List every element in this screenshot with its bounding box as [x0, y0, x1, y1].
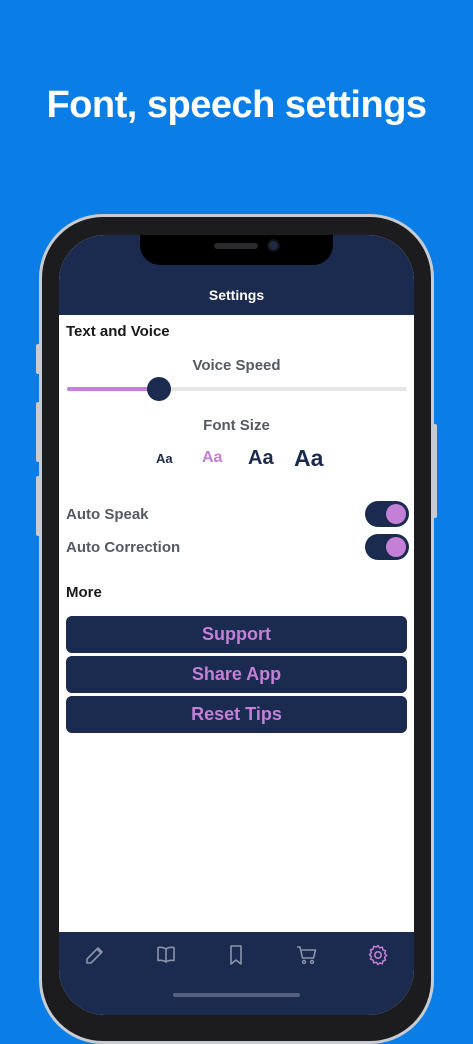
toggle-knob	[386, 504, 406, 524]
phone-volume-down	[36, 476, 40, 536]
speaker-grille	[214, 243, 258, 249]
phone-silent-switch	[36, 344, 40, 374]
voice-speed-slider-thumb[interactable]	[146, 377, 171, 401]
support-button[interactable]: Support	[66, 616, 407, 653]
auto-correction-toggle[interactable]	[365, 534, 409, 560]
book-icon[interactable]	[154, 943, 178, 967]
phone-screen: Settings Text and Voice Voice Speed Font…	[59, 235, 414, 1015]
section-title-text-and-voice: Text and Voice	[66, 323, 170, 340]
voice-speed-slider[interactable]	[67, 387, 407, 391]
headline: Font, speech settings	[46, 84, 427, 126]
font-size-option-small[interactable]: Aa	[156, 451, 173, 466]
voice-speed-label: Voice Speed	[192, 357, 281, 374]
font-size-option-xlarge[interactable]: Aa	[294, 445, 323, 472]
section-title-more: More	[66, 584, 102, 601]
auto-correction-label: Auto Correction	[66, 539, 181, 556]
bookmark-icon[interactable]	[224, 943, 248, 967]
tab-bar	[59, 932, 414, 1015]
notch	[140, 235, 333, 265]
phone-volume-up	[36, 402, 40, 462]
edit-icon[interactable]	[83, 943, 107, 967]
home-indicator	[173, 993, 300, 997]
front-camera	[267, 239, 280, 252]
reset-tips-button[interactable]: Reset Tips	[66, 696, 407, 733]
share-app-button[interactable]: Share App	[66, 656, 407, 693]
auto-speak-label: Auto Speak	[66, 506, 149, 523]
font-size-label: Font Size	[203, 417, 270, 434]
font-size-option-medium[interactable]: Aa	[202, 449, 222, 467]
toggle-knob	[386, 537, 406, 557]
cart-icon[interactable]	[295, 943, 319, 967]
voice-speed-slider-fill	[67, 387, 159, 391]
nav-bar: Settings	[59, 235, 414, 315]
auto-speak-toggle[interactable]	[365, 501, 409, 527]
gear-icon[interactable]	[366, 943, 390, 967]
page-title: Settings	[208, 287, 265, 303]
font-size-option-large[interactable]: Aa	[248, 447, 274, 470]
phone-power-button	[433, 424, 437, 518]
